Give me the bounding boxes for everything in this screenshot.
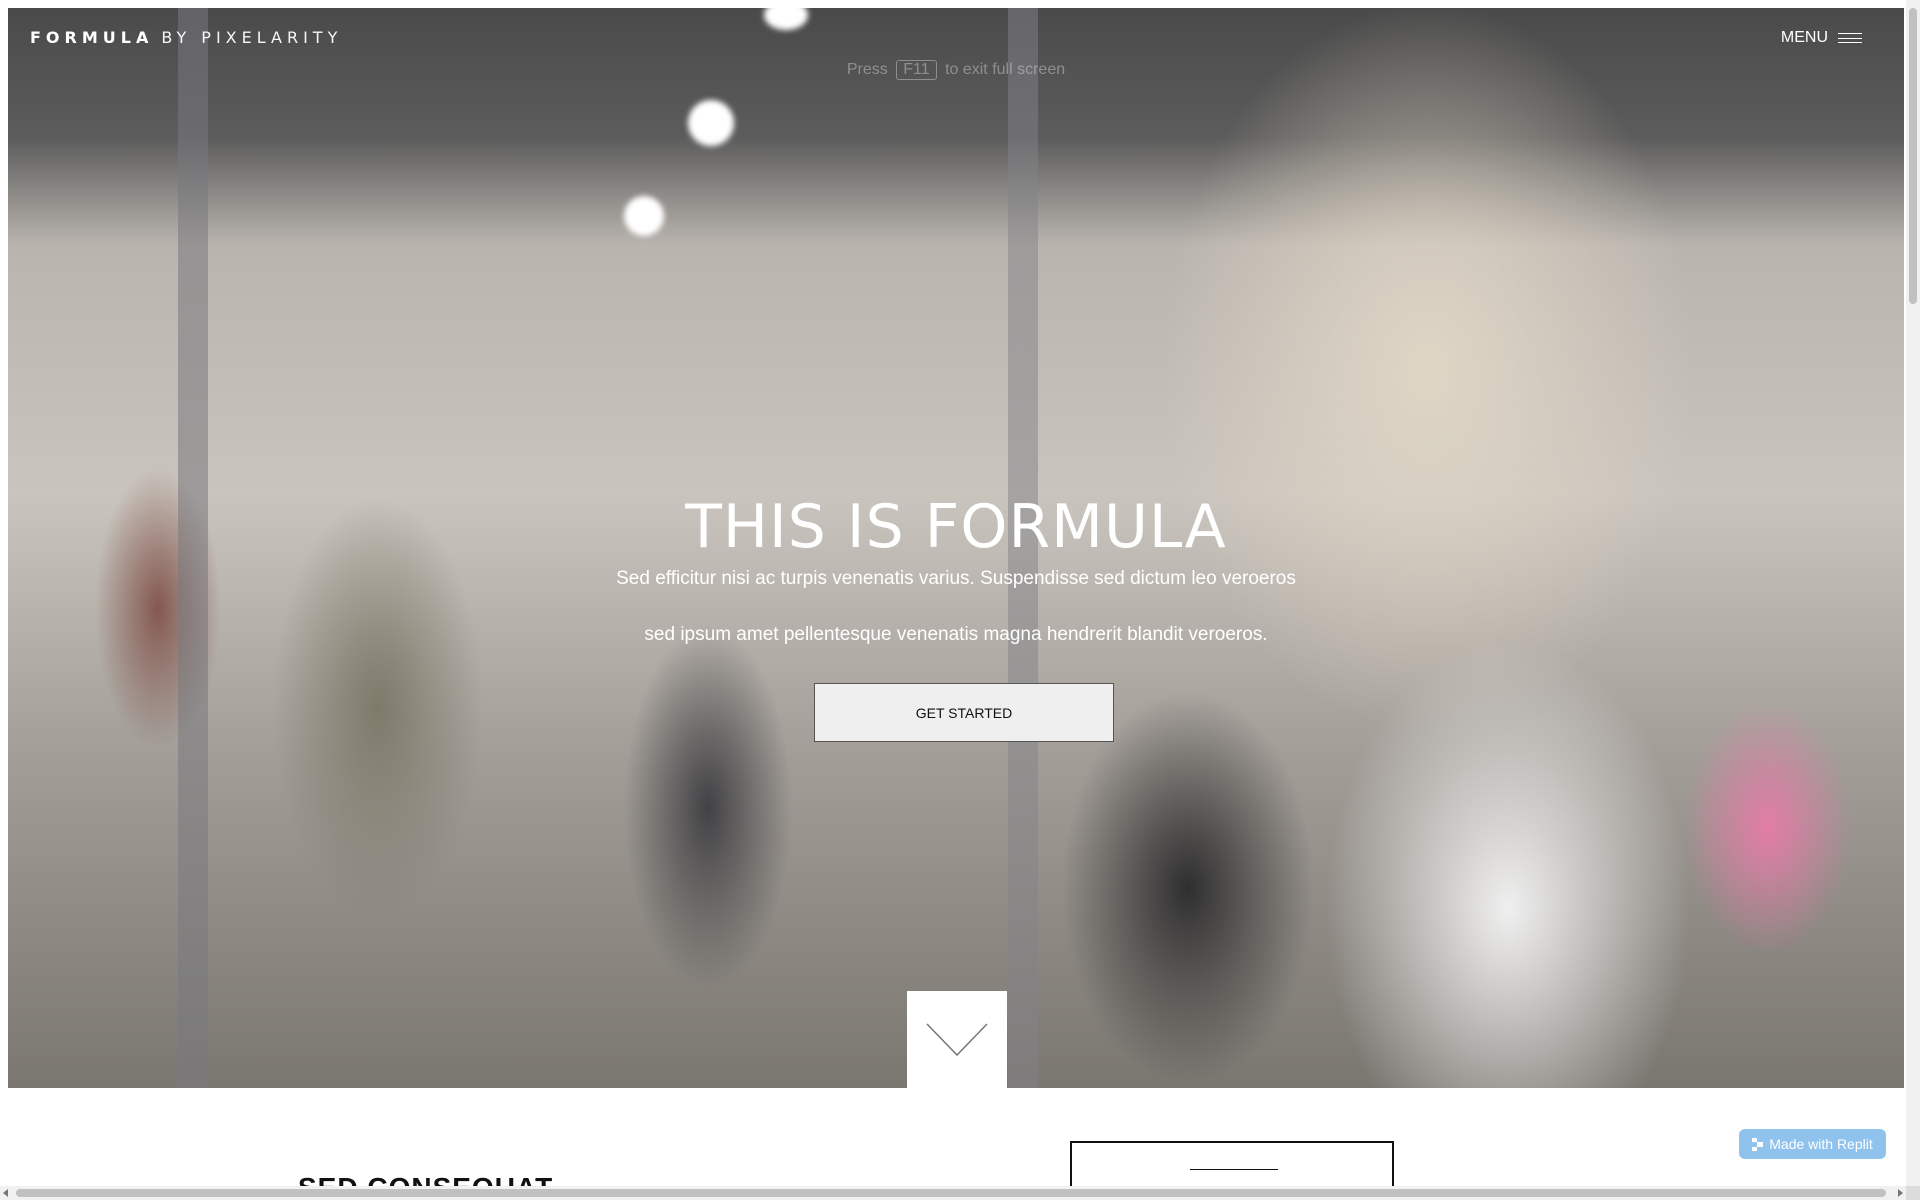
horizontal-scrollbar-thumb[interactable] [16,1189,1886,1197]
made-with-replit-badge[interactable]: Made with Replit [1739,1129,1886,1159]
fullscreen-hint-prefix: Press [846,61,888,78]
ceiling-light [624,196,664,236]
hero-subtitle-line-1: Sed efficitur nisi ac turpis venenatis v… [616,568,1296,589]
badge-label: Made with Replit [1769,1136,1873,1152]
vertical-scrollbar[interactable] [1906,0,1920,1186]
chevron-down-icon [926,1022,988,1056]
replit-logo-icon [1752,1137,1764,1151]
fullscreen-hint-key: F11 [896,60,937,80]
ceiling-light [688,100,734,146]
menu-label: MENU [1780,29,1828,46]
feature-divider [1190,1169,1278,1170]
scroll-down-button[interactable] [907,991,1007,1088]
brand-logo[interactable]: FORMULA BY PIXELARITY [30,28,342,47]
menu-button[interactable]: MENU [1781,29,1862,47]
horizontal-scrollbar[interactable] [0,1186,1906,1200]
brand-secondary: BY PIXELARITY [161,28,343,47]
scrollbar-corner [1906,1186,1920,1200]
hero-section: FORMULA BY PIXELARITY MENU Press F11 to e… [8,8,1904,1088]
vertical-scrollbar-thumb[interactable] [1909,8,1917,304]
hamburger-icon [1838,33,1862,43]
scroll-right-icon[interactable] [1898,1189,1903,1197]
brand-primary: FORMULA [30,28,154,47]
scroll-left-icon[interactable] [3,1189,8,1197]
hero-title: THIS IS FORMULA [685,492,1227,562]
fullscreen-hint-suffix: to exit full screen [945,61,1066,78]
fullscreen-hint: Press F11 to exit full screen [8,60,1904,80]
ceiling-light [764,8,808,30]
hero-subtitle-line-2: sed ipsum amet pellentesque venenatis ma… [644,624,1268,645]
get-started-button[interactable]: GET STARTED [814,683,1114,742]
